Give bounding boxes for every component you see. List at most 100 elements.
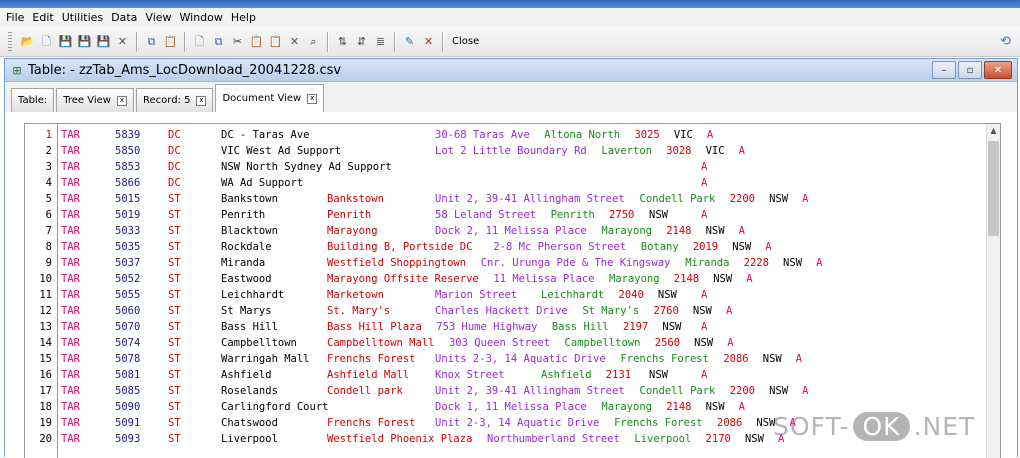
cut-icon[interactable]: ✂ <box>229 33 246 50</box>
table-row: 3 TAR 5853 DC NSW North Sydney Ad Support A <box>25 159 985 175</box>
cell-f9: NSW <box>705 225 725 237</box>
list-icon[interactable]: ≣ <box>372 33 389 50</box>
cell-f6: Unit 2, 39-41 Allingham Street <box>435 193 625 205</box>
cell-name: Chatswood <box>221 417 278 429</box>
document-text-area[interactable]: 1 TAR 5839 DC DC - Taras Ave 30-68 Taras Ave A… <box>24 123 1001 458</box>
tab-tree-view[interactable]: Tree View x <box>56 88 134 112</box>
menu-edit[interactable]: Edit <box>28 11 57 24</box>
cell-f9: VIC <box>705 145 725 157</box>
cell-f5: Bankstown <box>327 193 384 205</box>
toolbar-separator <box>184 31 186 52</box>
cell-name: Blacktown <box>221 225 278 237</box>
save-icon[interactable]: 💾 <box>57 33 74 50</box>
table-row: 8 TAR 5035 ST Rockdale Building B, Portside D… <box>25 239 985 255</box>
cell-kind: DC <box>168 129 181 141</box>
line-number: 15 <box>39 353 52 365</box>
refresh-icon[interactable]: ⟲ <box>997 33 1014 50</box>
menu-utilities[interactable]: Utilities <box>58 11 107 24</box>
cell-code: 5839 <box>115 129 141 141</box>
cell-code: 5035 <box>115 241 141 253</box>
cell-f8: 2170 <box>705 433 731 445</box>
sort-icon[interactable]: ⇅ <box>334 33 351 50</box>
cell-f6: Cnr. Urunga Pde & The Kingsway <box>480 257 671 269</box>
menu-view[interactable]: View <box>141 11 175 24</box>
cell-f10: A <box>701 321 708 333</box>
line-number: 12 <box>39 305 52 317</box>
cell-f9: NSW <box>692 305 712 317</box>
line-number: 11 <box>39 289 52 301</box>
cell-f10: A <box>795 353 803 365</box>
cell-name: Rockdale <box>221 241 272 253</box>
paste-clipboard-icon[interactable]: 📋 <box>162 33 179 50</box>
toolbar: 📂 🗋 💾 💾 💾 ✕ ⧉ 📋 🗋 ⧉ ✂ 📋 📋 ✕ ⌕ ⇅ ⇵ ≣ ✎ ✕ Close ⟲ <box>0 27 1020 57</box>
menu-data[interactable]: Data <box>107 11 141 24</box>
cell-f9: NSW <box>713 273 733 285</box>
cell-kind: ST <box>168 353 181 365</box>
cell-type: TAR <box>61 417 80 429</box>
tab-close-icon[interactable]: x <box>307 93 318 104</box>
cell-f8: 2131 <box>605 369 632 381</box>
line-number: 19 <box>39 417 52 429</box>
cell-f10: A <box>701 161 708 173</box>
cell-f6: Knox Street <box>435 369 505 381</box>
cell-kind: ST <box>168 401 181 413</box>
copy-doc-icon[interactable]: ⧉ <box>210 33 227 50</box>
cell-f10: A <box>738 401 745 413</box>
tab-record-5[interactable]: Record: 5 x <box>135 88 214 112</box>
tools-icon[interactable]: ✕ <box>420 33 437 50</box>
cell-f7: Penrith <box>550 209 595 221</box>
cell-f8: 2148 <box>673 273 700 285</box>
cell-f6: 30-68 Taras Ave <box>435 129 530 141</box>
scrollbar-thumb[interactable] <box>988 141 999 236</box>
document-view: 1 TAR 5839 DC DC - Taras Ave 30-68 Taras Ave A… <box>5 112 1017 458</box>
table-row: 10 TAR 5052 ST Eastwood Marayong Offsite Rese… <box>25 271 985 287</box>
cell-f10: A <box>738 225 745 237</box>
delete-icon[interactable]: ✕ <box>286 33 303 50</box>
toolbar-grip[interactable] <box>8 31 12 52</box>
cell-f9: NSW <box>744 433 764 445</box>
close-icon[interactable]: ✕ <box>984 61 1012 79</box>
delete-x-icon[interactable]: ✕ <box>114 33 131 50</box>
line-number: 2 <box>45 145 52 157</box>
table-row: 5 TAR 5015 ST Bankstown Bankstown Unit 2, 39-4… <box>25 191 985 207</box>
tab-document-view[interactable]: Document View x <box>215 84 325 113</box>
cell-type: TAR <box>61 193 80 205</box>
menu-window[interactable]: Window <box>176 11 227 24</box>
cell-f5: Campbelltown Mall <box>327 337 435 349</box>
edit-doc-icon[interactable]: ✎ <box>401 33 418 50</box>
blank-page-icon[interactable]: 🗋 <box>191 33 208 50</box>
save-as-icon[interactable]: 💾 <box>95 33 112 50</box>
paste-special-icon[interactable]: 📋 <box>267 33 284 50</box>
cell-f8: 2200 <box>729 385 755 397</box>
tab-table[interactable]: Table: <box>11 88 55 112</box>
menu-file[interactable]: File <box>0 11 28 24</box>
sort-desc-icon[interactable]: ⇵ <box>353 33 370 50</box>
close-button[interactable]: Close <box>448 36 483 47</box>
maximize-icon[interactable]: ▫ <box>958 61 982 79</box>
cell-kind: ST <box>168 385 181 397</box>
tab-close-icon[interactable]: x <box>116 95 127 106</box>
cell-f5: Frenchs Forest <box>327 353 416 365</box>
cell-f6: Unit 2, 39-41 Allingham Street <box>435 385 625 397</box>
save-all-icon[interactable]: 💾 <box>76 33 93 50</box>
copy-icon[interactable]: ⧉ <box>143 33 160 50</box>
window-title-bar[interactable]: ⊞ Table: - zzTab_Ams_LocDownload_2004122… <box>5 59 1017 82</box>
tab-label: Tree View <box>63 95 111 106</box>
menu-help[interactable]: Help <box>227 11 260 24</box>
find-icon[interactable]: ⌕ <box>305 33 322 50</box>
paste-icon[interactable]: 📋 <box>248 33 265 50</box>
cell-name: Eastwood <box>221 273 272 285</box>
table-row: 7 TAR 5033 ST Blacktown Marayong Dock 2, 11 Me… <box>25 223 985 239</box>
new-document-icon[interactable]: 🗋 <box>38 33 55 50</box>
cell-code: 5033 <box>115 225 141 237</box>
minimize-icon[interactable]: – <box>932 61 956 79</box>
open-folder-icon[interactable]: 📂 <box>19 33 36 50</box>
line-number: 17 <box>39 385 52 397</box>
cell-f7: Frenchs Forest <box>620 353 709 365</box>
vertical-scrollbar[interactable]: ▲ <box>986 124 1000 458</box>
cell-code: 5019 <box>115 209 141 221</box>
scroll-up-icon[interactable]: ▲ <box>987 124 1000 137</box>
menu-bar: File Edit Utilities Data View Window Help <box>0 8 1020 27</box>
tab-close-icon[interactable]: x <box>196 95 207 106</box>
cell-kind: ST <box>168 257 181 269</box>
